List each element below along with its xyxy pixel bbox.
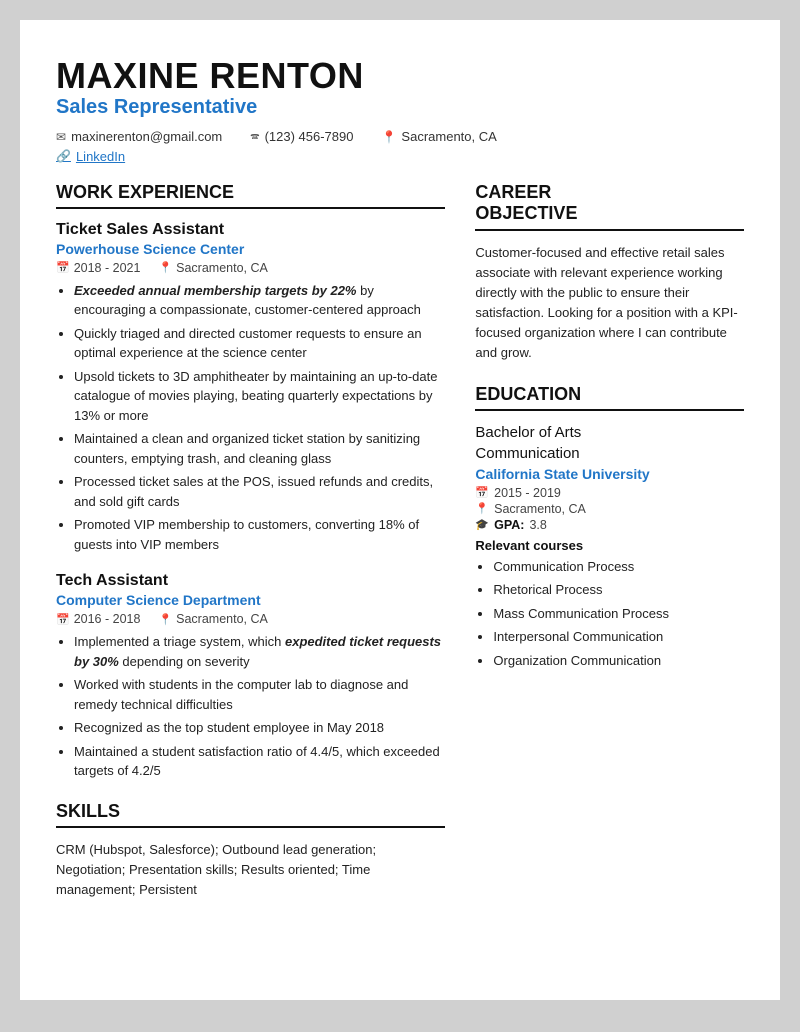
right-column: CAREEROBJECTIVE Customer-focused and eff…: [475, 182, 744, 964]
edu-pin-icon: 📍: [475, 502, 489, 515]
bullet-1-5: Processed ticket sales at the POS, issue…: [74, 472, 445, 511]
main-body: WORK EXPERIENCE Ticket Sales Assistant P…: [56, 182, 744, 964]
pin-icon-1: 📍: [158, 261, 172, 274]
bullet-1-3: Upsold tickets to 3D amphitheater by mai…: [74, 367, 445, 426]
job-2-meta: 📅 2016 - 2018 📍 Sacramento, CA: [56, 612, 445, 626]
job-2-bullets: Implemented a triage system, which exped…: [56, 632, 445, 781]
edu-meta: 📅 2015 - 2019 📍 Sacramento, CA 🎓 GPA: 3.…: [475, 486, 744, 532]
skills-text: CRM (Hubspot, Salesforce); Outbound lead…: [56, 840, 445, 900]
edu-gpa-label: GPA:: [494, 518, 524, 532]
career-objective-section: CAREEROBJECTIVE Customer-focused and eff…: [475, 182, 744, 364]
edu-gpa-row: 🎓 GPA: 3.8: [475, 518, 744, 532]
edu-school: California State University: [475, 466, 744, 482]
edu-location-row: 📍 Sacramento, CA: [475, 502, 744, 516]
calendar-icon-2: 📅: [56, 613, 70, 626]
linkedin-label: LinkedIn: [76, 149, 125, 164]
bullet-1-2: Quickly triaged and directed customer re…: [74, 324, 445, 363]
left-column: WORK EXPERIENCE Ticket Sales Assistant P…: [56, 182, 445, 964]
job-1-company: Powerhouse Science Center: [56, 241, 445, 257]
course-3: Mass Communication Process: [493, 604, 744, 624]
email-text: maxinerenton@gmail.com: [71, 129, 222, 144]
job-2-years: 📅 2016 - 2018: [56, 612, 140, 626]
edu-graduation-icon: 🎓: [475, 518, 489, 531]
skills-title: SKILLS: [56, 801, 445, 828]
bullet-2-3: Recognized as the top student employee i…: [74, 718, 445, 738]
bullet-2-4: Maintained a student satisfaction ratio …: [74, 742, 445, 781]
relevant-courses-label: Relevant courses: [475, 538, 744, 553]
resume-document: MAXINE RENTON Sales Representative ✉ max…: [20, 20, 780, 1000]
location-contact: 📍 Sacramento, CA: [381, 129, 496, 145]
edu-years-row: 📅 2015 - 2019: [475, 486, 744, 500]
course-1: Communication Process: [493, 557, 744, 577]
edu-location: Sacramento, CA: [494, 502, 586, 516]
edu-gpa: 3.8: [529, 518, 546, 532]
location-text: Sacramento, CA: [401, 129, 496, 144]
education-section: EDUCATION Bachelor of Arts Communication…: [475, 384, 744, 671]
job-2: Tech Assistant Computer Science Departme…: [56, 572, 445, 781]
linkedin-row: 🔗 LinkedIn: [56, 149, 744, 164]
candidate-name: MAXINE RENTON: [56, 56, 744, 96]
job-1-title: Ticket Sales Assistant: [56, 221, 445, 239]
edu-calendar-icon: 📅: [475, 486, 489, 499]
career-objective-title: CAREEROBJECTIVE: [475, 182, 744, 231]
degree-line2: Communication: [475, 444, 744, 464]
phone-text: (123) 456-7890: [265, 129, 354, 144]
work-experience-title: WORK EXPERIENCE: [56, 182, 445, 209]
job-2-location: 📍 Sacramento, CA: [158, 612, 267, 626]
header-section: MAXINE RENTON Sales Representative ✉ max…: [56, 56, 744, 164]
job-2-company: Computer Science Department: [56, 592, 445, 608]
bullet-1-4: Maintained a clean and organized ticket …: [74, 429, 445, 468]
bullet-1-1: Exceeded annual membership targets by 22…: [74, 281, 445, 320]
job-1-meta: 📅 2018 - 2021 📍 Sacramento, CA: [56, 261, 445, 275]
job-2-title: Tech Assistant: [56, 572, 445, 590]
email-contact: ✉ maxinerenton@gmail.com: [56, 129, 222, 145]
course-4: Interpersonal Communication: [493, 627, 744, 647]
course-5: Organization Communication: [493, 651, 744, 671]
job-1: Ticket Sales Assistant Powerhouse Scienc…: [56, 221, 445, 555]
work-experience-section: WORK EXPERIENCE Ticket Sales Assistant P…: [56, 182, 445, 781]
skills-section: SKILLS CRM (Hubspot, Salesforce); Outbou…: [56, 801, 445, 900]
candidate-title: Sales Representative: [56, 96, 744, 119]
calendar-icon-1: 📅: [56, 261, 70, 274]
phone-contact: 🕿 (123) 456-7890: [250, 129, 353, 145]
education-title: EDUCATION: [475, 384, 744, 411]
career-objective-text: Customer-focused and effective retail sa…: [475, 243, 744, 364]
degree-line1: Bachelor of Arts: [475, 423, 744, 443]
contact-row: ✉ maxinerenton@gmail.com 🕿 (123) 456-789…: [56, 129, 744, 145]
pin-icon-2: 📍: [158, 613, 172, 626]
phone-icon: 🕿: [250, 129, 259, 145]
bullet-1-6: Promoted VIP membership to customers, co…: [74, 515, 445, 554]
course-2: Rhetorical Process: [493, 580, 744, 600]
courses-list: Communication Process Rhetorical Process…: [475, 557, 744, 671]
job-1-location: 📍 Sacramento, CA: [158, 261, 267, 275]
linkedin-link[interactable]: 🔗 LinkedIn: [56, 149, 744, 164]
bullet-2-1: Implemented a triage system, which exped…: [74, 632, 445, 671]
edu-years: 2015 - 2019: [494, 486, 561, 500]
job-1-bullets: Exceeded annual membership targets by 22…: [56, 281, 445, 555]
bullet-2-2: Worked with students in the computer lab…: [74, 675, 445, 714]
job-1-years: 📅 2018 - 2021: [56, 261, 140, 275]
location-icon: 📍: [381, 130, 396, 144]
email-icon: ✉: [56, 130, 66, 144]
linkedin-icon: 🔗: [56, 149, 71, 163]
